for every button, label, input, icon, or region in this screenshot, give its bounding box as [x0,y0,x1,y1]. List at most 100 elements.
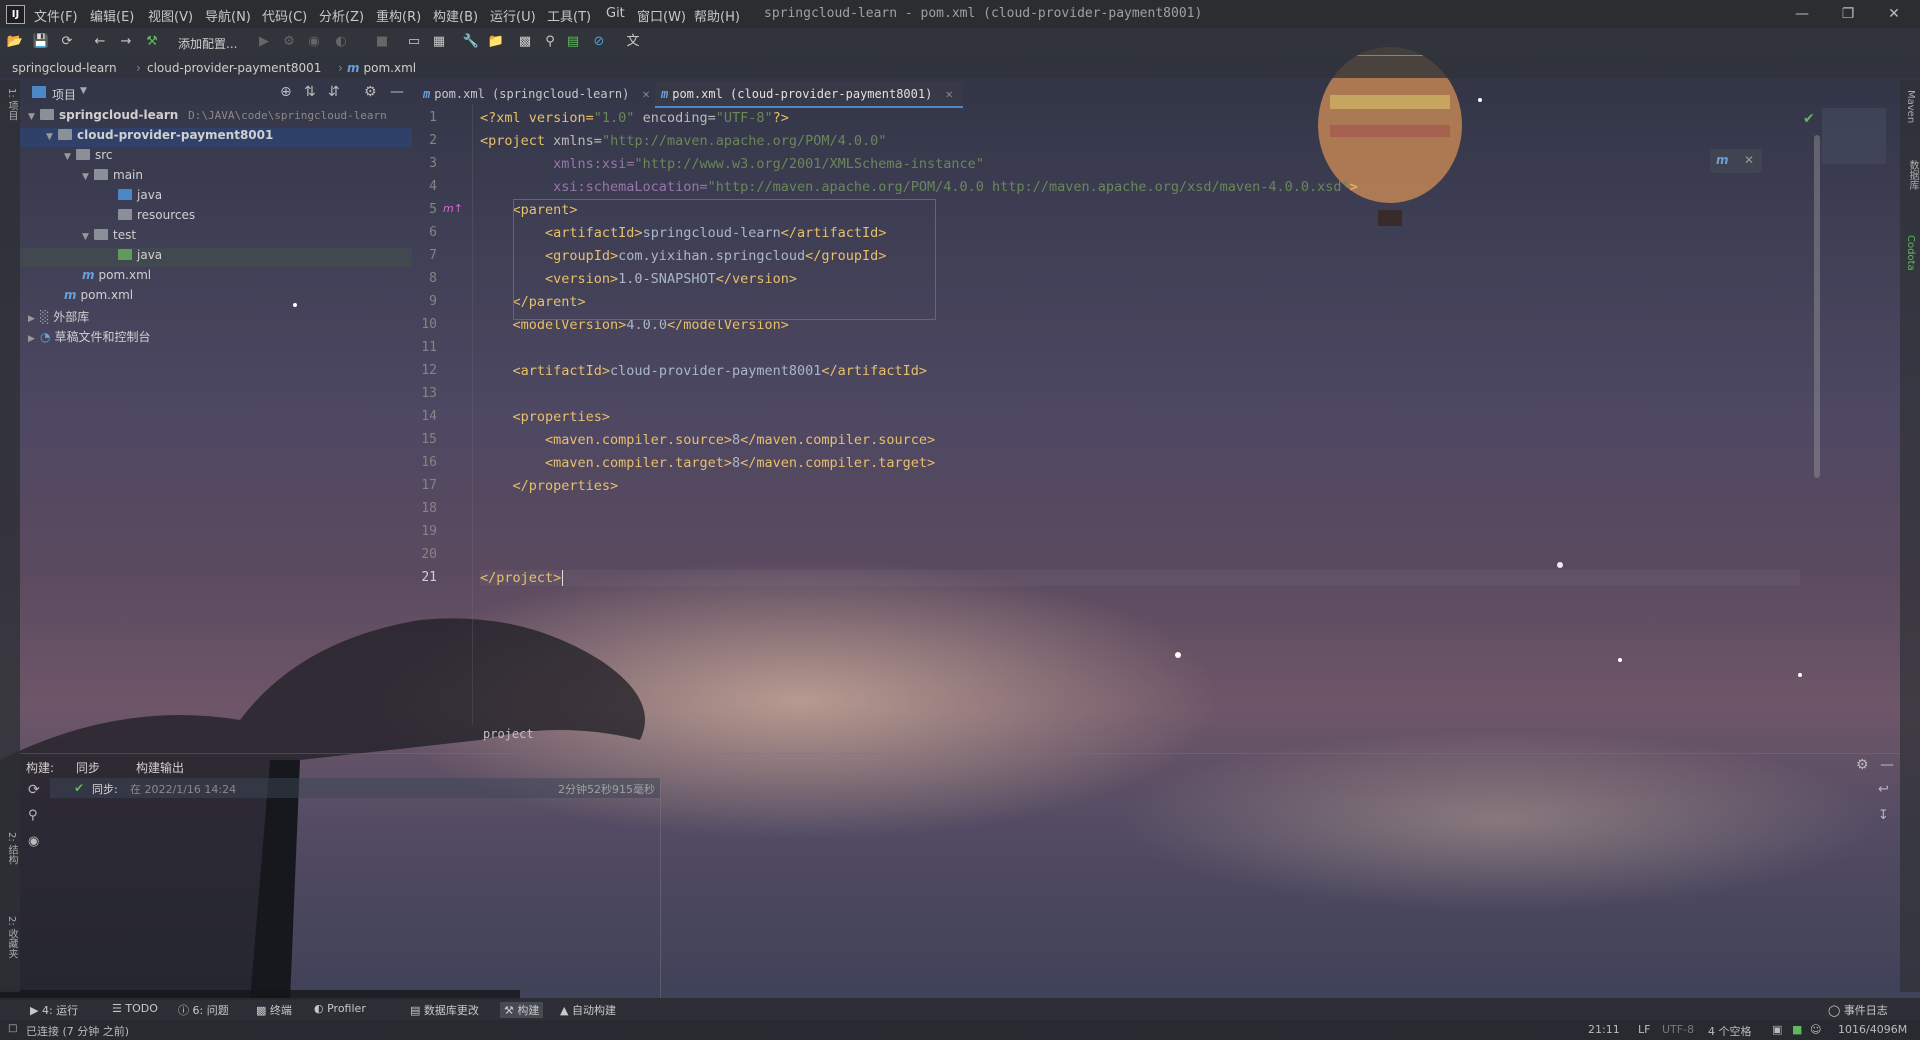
close-button[interactable]: ✕ [1882,4,1906,24]
chart-icon[interactable]: ▤ [564,33,582,51]
lock-icon[interactable]: ▣ [1772,1023,1782,1036]
tool-tab-terminal[interactable]: ▩ 终端 [256,1002,292,1018]
coverage-icon[interactable]: ◉ [305,33,323,51]
forward-arrow-icon[interactable]: → [117,33,135,51]
no-entry-icon[interactable]: ⊘ [590,33,608,51]
menu-build[interactable]: 构建(B) [433,6,478,25]
tree-item-root[interactable]: ▼ springcloud-learn D:\JAVA\code\springcl… [28,108,412,127]
open-folder-icon[interactable]: 📂 [6,33,24,51]
breadcrumb-module[interactable]: cloud-provider-payment8001 [147,61,321,75]
chevron-down-icon[interactable]: ▼ [64,152,76,162]
face-icon[interactable]: ☺ [1810,1023,1821,1036]
menu-refactor[interactable]: 重构(R) [376,6,421,25]
save-icon[interactable]: 💾 [32,33,50,51]
back-arrow-icon[interactable]: ← [91,33,109,51]
tab-build-output[interactable]: 构建输出 [136,759,184,776]
codota-tool-button[interactable]: Codota [1905,235,1916,271]
menu-tools[interactable]: 工具(T) [547,6,591,25]
tree-item-test[interactable]: ▼ test [82,228,136,247]
sync-icon[interactable]: ⟳ [58,33,76,51]
build-hammer-icon[interactable]: ⚒ [143,33,161,51]
breadcrumb-project[interactable]: springcloud-learn [12,61,117,75]
code-minimap[interactable] [1822,108,1886,164]
indent-setting[interactable]: 4 个空格 [1708,1023,1752,1039]
tool-tab-problems[interactable]: ⓘ 6: 问题 [178,1002,229,1018]
file-encoding[interactable]: UTF-8 [1662,1023,1694,1036]
chevron-down-icon[interactable]: ▼ [82,232,94,242]
project-view-selector[interactable]: 项目 [52,86,76,103]
hide-panel-icon[interactable]: — [390,84,404,100]
maven-reload-icon[interactable]: m [1716,153,1729,167]
breadcrumb-file[interactable]: m pom.xml [347,61,416,75]
translate-icon[interactable]: 文 [624,33,642,51]
tree-item-external-libraries[interactable]: ▶ ░ 外部库 [28,308,89,327]
gear-icon[interactable]: ⚙ [1856,757,1869,773]
chevron-down-icon[interactable]: ▼ [82,172,94,182]
chevron-down-icon[interactable]: ▼ [80,86,87,96]
project-folder-icon[interactable]: 📁 [487,33,505,51]
build-entry-row[interactable]: ✔ 同步: 在 2022/1/16 14:24 2分钟52秒915毫秒 [50,778,660,798]
device-icon[interactable]: ▭ [405,33,423,51]
menu-window[interactable]: 窗口(W) [637,6,686,25]
collapse-all-icon[interactable]: ⇵ [328,84,340,100]
chevron-down-icon[interactable]: ▼ [46,132,58,142]
tree-item-main[interactable]: ▼ main [82,168,143,187]
tab-pom-payment8001[interactable]: m pom.xml (cloud-provider-payment8001) ✕ [655,82,963,108]
tool-tab-todo[interactable]: ☰ TODO [112,1002,158,1015]
menu-git[interactable]: Git [606,6,625,21]
menu-navigate[interactable]: 导航(N) [205,6,251,25]
scroll-to-end-icon[interactable]: ↧ [1878,808,1889,823]
favorites-tool-button[interactable]: 2: 收藏夹 [4,916,19,959]
menu-view[interactable]: 视图(V) [148,6,193,25]
tree-item-resources[interactable]: resources [118,208,195,227]
tool-tab-build[interactable]: ⚒ 构建 [500,1002,544,1018]
chevron-down-icon[interactable]: ▼ [28,112,40,122]
project-tool-button[interactable]: 1: 项目 [4,88,19,121]
database-tool-button[interactable]: 数据库 [1905,160,1920,190]
menu-run[interactable]: 运行(U) [490,6,536,25]
editor-structure-breadcrumb[interactable]: project [483,727,534,741]
no-problems-check-icon[interactable]: ✔ [1803,111,1815,127]
structure-tool-button[interactable]: 2: 结构 [4,832,19,865]
maven-tool-button[interactable]: Maven [1905,90,1916,123]
restore-button[interactable]: ❐ [1836,4,1860,24]
maven-parent-gutter-icon[interactable]: m↑ [443,202,463,215]
locate-target-icon[interactable]: ⊕ [280,84,292,100]
tool-tab-run[interactable]: ▶ 4: 运行 [30,1002,78,1018]
menu-edit[interactable]: 编辑(E) [90,6,134,25]
menu-help[interactable]: 帮助(H) [694,6,740,25]
debug-icon[interactable]: ⚙ [280,33,298,51]
search-icon[interactable]: ⚲ [541,33,559,51]
menu-analyze[interactable]: 分析(Z) [319,6,364,25]
tree-item-test-java[interactable]: java [20,248,412,267]
profile-icon[interactable]: ◐ [332,33,350,51]
editor-scrollbar[interactable] [1814,135,1820,478]
eye-icon[interactable]: ◉ [28,834,39,849]
settings-wrench-icon[interactable]: 🔧 [462,33,480,51]
menu-file[interactable]: 文件(F) [34,6,78,25]
status-message[interactable]: 已连接 (7 分钟 之前) [26,1023,129,1039]
terminal-window-icon[interactable]: ▩ [516,33,534,51]
chevron-right-icon[interactable]: ▶ [28,314,40,324]
tab-pom-springcloud-learn[interactable]: m pom.xml (springcloud-learn) ✕ [417,82,657,106]
menu-code[interactable]: 代码(C) [262,6,307,25]
tool-tab-auto-build[interactable]: ▲ 自动构建 [560,1002,616,1018]
minimize-button[interactable]: — [1790,4,1814,24]
run-icon[interactable]: ▶ [255,33,273,51]
stop-icon[interactable]: ■ [373,33,391,51]
tab-sync[interactable]: 同步 [76,759,100,776]
status-panel-toggle-icon[interactable]: □ [8,1023,17,1034]
pin-icon[interactable]: ⚲ [28,808,38,823]
tool-tab-profiler[interactable]: ◐ Profiler [314,1002,366,1015]
tool-tab-db-changes[interactable]: ▤ 数据库更改 [410,1002,479,1018]
codota-status-icon[interactable]: ■ [1792,1023,1802,1036]
hide-panel-icon[interactable]: — [1880,757,1894,773]
event-log-button[interactable]: ◯ 事件日志 [1828,1002,1888,1018]
close-tab-icon[interactable]: ✕ [643,87,650,101]
memory-indicator[interactable]: 1016/4096M [1838,1023,1907,1036]
tree-item-module-pom[interactable]: m pom.xml [82,268,151,287]
close-icon[interactable]: ✕ [1744,153,1754,167]
project-structure-icon[interactable]: ▦ [430,33,448,51]
tree-item-main-java[interactable]: java [118,188,162,207]
line-separator[interactable]: LF [1638,1023,1650,1036]
